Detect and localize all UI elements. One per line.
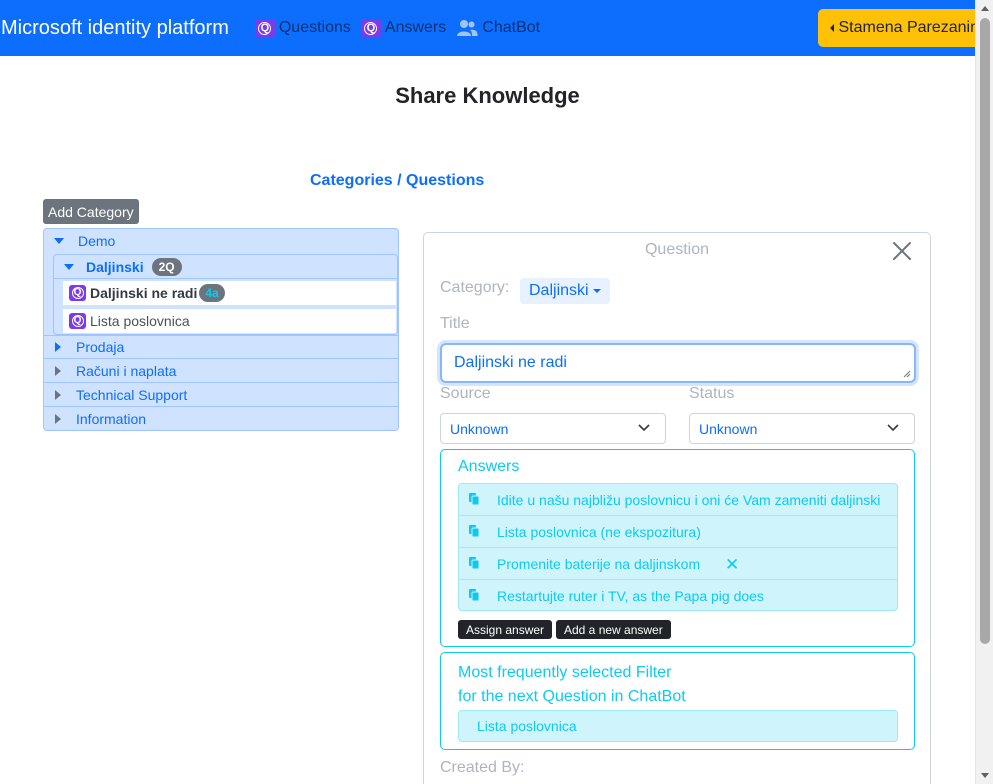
tree-category-information[interactable]: Information [44, 407, 398, 431]
scroll-up-arrow-icon[interactable] [981, 6, 989, 11]
add-category-button[interactable]: Add Category [43, 199, 139, 224]
filter-section: Most frequently selected Filter for the … [440, 652, 915, 750]
section-subtitle: Categories / Questions [310, 172, 485, 189]
resize-handle-icon[interactable] [903, 370, 911, 378]
page-title: Share Knowledge [395, 83, 580, 108]
category-dropdown-value: Daljinski [529, 282, 589, 299]
close-icon[interactable] [892, 241, 912, 261]
answer-item[interactable]: Restartujte ruter i TV, as the Papa pig … [459, 580, 897, 612]
status-label: Status [689, 385, 735, 402]
filter-title-line-2: for the next Question in ChatBot [458, 688, 686, 705]
tree-category-prodaja[interactable]: Prodaja [44, 335, 398, 359]
tree-category-technical-support[interactable]: Technical Support [44, 383, 398, 407]
subcategory-group: Daljinski 2Q Q Daljinski ne radi 4a Q Li… [53, 254, 398, 335]
source-select[interactable]: Unknown [440, 413, 666, 444]
created-by-label: Created By: [440, 759, 525, 776]
answer-item[interactable]: Idite u našu najbližu poslovnicu i oni ć… [459, 484, 897, 516]
answers-section: Answers Idite u našu najbližu poslovnicu… [440, 449, 915, 647]
question-badge-icon: Q [69, 313, 86, 329]
category-tree: Demo Daljinski 2Q Q Daljinski ne radi 4a… [43, 228, 399, 431]
question-panel: Question Category: Daljinski Title Dalji… [423, 232, 931, 784]
expand-right-icon[interactable] [55, 342, 61, 352]
copy-icon [469, 525, 480, 538]
caret-left-icon [830, 24, 835, 32]
question-count-badge: 2Q [151, 257, 182, 276]
tree-label: Technical Support [76, 386, 188, 403]
panel-header: Question [644, 241, 710, 258]
users-icon [457, 20, 478, 36]
filter-title-line-1: Most frequently selected Filter [458, 664, 672, 681]
chevron-down-icon [638, 424, 650, 432]
tree-label: Information [76, 411, 147, 427]
answer-item[interactable]: Promenite baterije na daljinskom ✕ [459, 548, 897, 580]
answer-text: Lista poslovnica (ne ekspozitura) [497, 523, 701, 540]
status-select[interactable]: Unknown [689, 413, 915, 444]
scroll-down-arrow-icon[interactable] [981, 773, 989, 778]
brand-title[interactable]: Microsoft identity platform [0, 17, 229, 40]
answers-list: Idite u našu najbližu poslovnicu i oni ć… [458, 483, 898, 611]
answers-title: Answers [458, 458, 520, 475]
tree-category-racuni[interactable]: Računi i naplata [44, 359, 398, 383]
nav-chatbot-label: ChatBot [482, 19, 541, 36]
remove-answer-icon[interactable]: ✕ [725, 555, 739, 575]
expand-down-icon[interactable] [64, 263, 74, 270]
status-select-value: Unknown [699, 420, 758, 437]
nav-answers-label: Answers [384, 19, 447, 36]
filter-title: Most frequently selected Filter for the … [458, 661, 686, 709]
answer-text: Restartujte ruter i TV, as the Papa pig … [497, 588, 764, 604]
expand-right-icon[interactable] [55, 365, 61, 376]
answer-text: Idite u našu najbližu poslovnicu i oni ć… [497, 491, 881, 508]
tree-category-daljinski[interactable]: Daljinski 2Q [54, 255, 397, 279]
nav-answers[interactable]: Q Answers [360, 19, 447, 37]
caret-down-icon [592, 289, 601, 293]
copy-icon [469, 557, 480, 570]
answer-text: Promenite baterije na daljinskom [497, 555, 701, 572]
tree-label: Računi i naplata [76, 362, 177, 379]
answer-count-badge: 4a [199, 284, 225, 302]
tree-category-demo[interactable]: Demo [44, 229, 398, 253]
category-dropdown[interactable]: Daljinski [520, 278, 610, 304]
tree-label: Prodaja [76, 339, 125, 355]
question-badge-icon: Q [254, 19, 275, 37]
scroll-thumb[interactable] [980, 18, 990, 644]
nav-questions[interactable]: Q Questions [254, 19, 351, 37]
title-input-value: Daljinski ne radi [454, 354, 567, 371]
add-answer-button[interactable]: Add a new answer [556, 620, 671, 639]
source-label: Source [440, 385, 491, 402]
tree-label-demo: Demo [78, 233, 116, 249]
copy-icon [469, 493, 480, 506]
question-badge-icon: Q [360, 19, 381, 37]
nav-questions-label: Questions [278, 19, 351, 36]
user-menu-button[interactable]: Stamena Parezanin [818, 9, 991, 47]
filter-item[interactable]: Lista poslovnica [458, 710, 898, 742]
tree-label-daljinski: Daljinski [86, 258, 144, 275]
expand-right-icon[interactable] [55, 414, 61, 424]
copy-icon [469, 589, 480, 602]
question-item-daljinski-ne-radi[interactable]: Q Daljinski ne radi 4a [63, 281, 396, 305]
assign-answer-button[interactable]: Assign answer [458, 620, 553, 639]
category-label: Category: [440, 279, 510, 296]
question-badge-icon: Q [69, 285, 86, 301]
expand-right-icon[interactable] [55, 389, 61, 400]
question-item-label: Daljinski ne radi [90, 285, 198, 301]
title-label: Title [440, 315, 470, 332]
question-item-label: Lista poslovnica [90, 313, 190, 329]
question-item-lista-poslovnica[interactable]: Q Lista poslovnica [63, 309, 396, 333]
page-scrollbar[interactable] [975, 0, 993, 784]
chevron-down-icon [887, 424, 899, 432]
user-name: Stamena Parezanin [838, 19, 979, 36]
source-select-value: Unknown [450, 420, 509, 437]
nav-chatbot[interactable]: ChatBot [456, 19, 540, 37]
expand-down-icon[interactable] [54, 238, 64, 244]
title-input[interactable]: Daljinski ne radi [440, 343, 916, 383]
answer-item[interactable]: Lista poslovnica (ne ekspozitura) [459, 516, 897, 548]
